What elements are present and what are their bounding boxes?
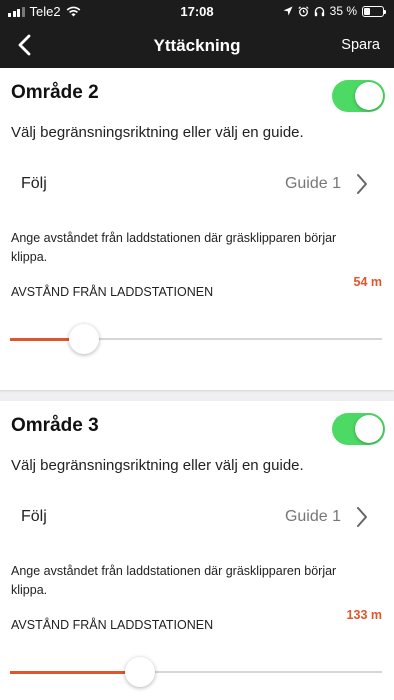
- follow-label: Följ: [21, 175, 47, 192]
- slider-thumb[interactable]: [125, 657, 155, 687]
- follow-row[interactable]: Följ Guide 1: [0, 164, 394, 204]
- area-toggle[interactable]: [332, 80, 385, 112]
- status-bar: Tele2 17:08 35 %: [0, 0, 394, 24]
- distance-label: AVSTÅND FRÅN LADDSTATIONEN: [11, 618, 214, 632]
- slider-fill: [10, 338, 69, 341]
- distance-description: Ange avståndet från laddstationen där gr…: [11, 564, 337, 597]
- follow-row[interactable]: Följ Guide 1: [0, 497, 394, 537]
- alarm-icon: [298, 5, 309, 16]
- area-card: Område 3 Välj begränsningsriktning eller…: [0, 401, 394, 700]
- save-button[interactable]: Spara: [341, 37, 380, 53]
- area-description: Välj begränsningsriktning eller välj en …: [11, 124, 304, 141]
- area-toggle[interactable]: [332, 413, 385, 445]
- follow-value: Guide 1: [284, 175, 341, 192]
- battery-fill: [364, 7, 371, 15]
- battery-percent: 35 %: [329, 4, 357, 18]
- chevron-right-icon: [357, 174, 367, 194]
- toggle-knob: [355, 415, 383, 443]
- page-title: Yttäckning: [153, 36, 241, 55]
- distance-slider[interactable]: [10, 657, 382, 687]
- headphones-icon: [314, 6, 324, 16]
- nav-bar: Yttäckning Spara: [0, 24, 394, 68]
- chevron-right-icon: [357, 507, 367, 527]
- distance-value: 133 m: [346, 608, 382, 622]
- follow-value: Guide 1: [284, 508, 341, 525]
- slider-thumb[interactable]: [69, 324, 99, 354]
- area-title: Område 3: [11, 415, 99, 436]
- status-right: 35 %: [283, 4, 386, 18]
- area-title: Område 2: [11, 82, 99, 103]
- area-description: Välj begränsningsriktning eller välj en …: [11, 457, 304, 474]
- distance-description: Ange avståndet från laddstationen där gr…: [11, 231, 337, 264]
- distance-value: 54 m: [353, 275, 383, 289]
- follow-label: Följ: [21, 508, 47, 525]
- distance-label: AVSTÅND FRÅN LADDSTATIONEN: [11, 285, 214, 299]
- area-card: Område 2 Välj begränsningsriktning eller…: [0, 68, 394, 390]
- battery-icon: [362, 5, 386, 17]
- toggle-knob: [355, 82, 383, 110]
- distance-slider[interactable]: [10, 324, 382, 354]
- slider-fill: [10, 671, 125, 674]
- location-arrow-icon: [283, 6, 293, 16]
